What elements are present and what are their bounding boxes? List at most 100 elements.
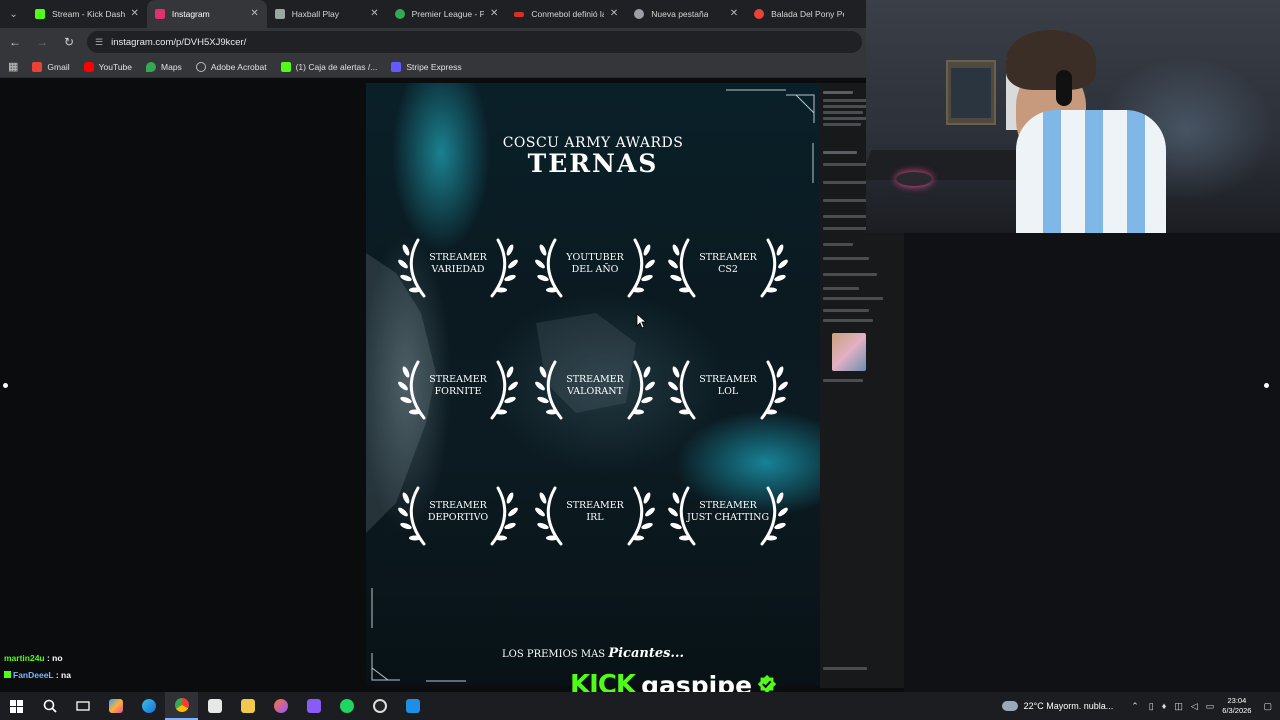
- award-laurel: STREAMER VARIEDAD: [398, 236, 518, 300]
- tab-instagram[interactable]: Instagram ✕: [146, 0, 267, 28]
- close-tab-icon[interactable]: ✕: [131, 8, 139, 20]
- comment-line: [823, 297, 883, 300]
- app-icon[interactable]: [396, 692, 429, 720]
- awards-footer: LOS PREMIOS MAS Picantes...: [501, 646, 685, 661]
- argentina-jersey: [1016, 110, 1166, 233]
- task-view-icon[interactable]: [66, 692, 99, 720]
- award-laurel: STREAMER JUST CHATTING: [668, 484, 788, 548]
- url-text[interactable]: instagram.com/p/DVH5XJ9kcer/: [111, 37, 246, 48]
- award-name: STREAMER FORNITE: [429, 374, 487, 397]
- close-tab-icon[interactable]: ✕: [610, 8, 618, 20]
- windows-taskbar: 22°C Mayorm. nubla... ⌃ ▯ ♦ ◫ ◁ ▭ 23:04 …: [0, 692, 1280, 720]
- conmebol-favicon-icon: [514, 11, 525, 17]
- comment-line: [823, 243, 853, 246]
- chrome-icon[interactable]: [165, 692, 198, 720]
- system-tray: 22°C Mayorm. nubla... ⌃ ▯ ♦ ◫ ◁ ▭ 23:04 …: [1001, 692, 1280, 720]
- page-dot-indicator: [1264, 383, 1269, 388]
- tab-strip: ⌄ Stream - Kick Dashbo✕ Instagram✕ Haxba…: [0, 0, 866, 28]
- network-icon[interactable]: ◫: [1174, 701, 1183, 712]
- award-laurel: STREAMER CS2: [668, 236, 788, 300]
- globe-favicon-icon: [634, 9, 645, 19]
- tab-search-icon[interactable]: ⌄: [0, 0, 27, 28]
- kick-icon: [280, 61, 291, 72]
- comment-line: [823, 111, 863, 114]
- close-tab-icon[interactable]: ✕: [490, 8, 498, 20]
- comment-line: [823, 199, 867, 202]
- close-tab-icon[interactable]: ✕: [250, 8, 258, 20]
- back-arrow-icon[interactable]: ←: [3, 30, 27, 54]
- chevron-up-icon[interactable]: ⌃: [1131, 701, 1139, 712]
- chat-badge-icon: [4, 671, 11, 678]
- comment-image-thumbnail[interactable]: [832, 333, 866, 371]
- tab-kick-dashboard[interactable]: Stream - Kick Dashbo✕: [27, 0, 147, 28]
- award-laurel: STREAMER VALORANT: [535, 358, 655, 422]
- search-icon[interactable]: [33, 692, 66, 720]
- haxball-favicon-icon: [274, 9, 285, 19]
- tab-haxball[interactable]: Haxball Play ✕: [267, 0, 387, 28]
- bookmark-maps[interactable]: Maps: [146, 61, 182, 72]
- youtube-icon: [83, 61, 94, 72]
- bookmark-caja-de-alertas[interactable]: (1) Caja de alertas /...: [280, 61, 377, 72]
- headphones: [1056, 70, 1072, 106]
- comment-line: [823, 379, 863, 382]
- comment-input-line[interactable]: [823, 667, 867, 670]
- store-icon[interactable]: [198, 692, 231, 720]
- tab-new-tab[interactable]: Nueva pestaña ✕: [626, 0, 746, 28]
- file-explorer-icon[interactable]: [231, 692, 264, 720]
- overlay-chat-message: martin24u : no: [4, 653, 63, 663]
- notifications-icon[interactable]: ▢: [1263, 701, 1272, 712]
- kick-favicon-icon: [35, 9, 46, 19]
- firefox-icon[interactable]: [264, 692, 297, 720]
- bookmark-youtube[interactable]: YouTube: [83, 61, 132, 72]
- reload-icon[interactable]: ↻: [57, 30, 81, 54]
- comment-line: [823, 273, 877, 276]
- streamer-webcam: [866, 0, 1280, 233]
- bookmark-gmail[interactable]: Gmail: [32, 61, 70, 72]
- address-bar[interactable]: ☰ instagram.com/p/DVH5XJ9kcer/: [87, 31, 862, 53]
- windows-start-icon[interactable]: [0, 692, 33, 720]
- comment-line: [823, 257, 869, 260]
- award-name: STREAMER VALORANT: [566, 374, 624, 397]
- comment-line: [823, 123, 861, 126]
- desktop-background: [904, 233, 1280, 692]
- weather-text[interactable]: 22°C Mayorm. nubla...: [1024, 701, 1114, 711]
- award-name: STREAMER DEPORTIVO: [427, 500, 489, 523]
- comment-line: [823, 309, 869, 312]
- comment-line: [823, 105, 871, 108]
- apps-grid-icon[interactable]: ▦: [8, 60, 18, 73]
- tab-conmebol[interactable]: Conmebol definió la ✕: [506, 0, 626, 28]
- overlay-chat-message: FanDeeeL : na: [4, 670, 71, 680]
- clock[interactable]: 23:04 6/3/2026: [1222, 696, 1251, 716]
- instagram-post-image[interactable]: COSCU ARMY AWARDS TERNAS STREAMER VARIEDA…: [366, 83, 820, 686]
- wall-frame-picture: [951, 68, 991, 118]
- stripe-icon: [391, 61, 402, 72]
- gmail-icon: [32, 61, 43, 72]
- balada-favicon-icon: [754, 9, 765, 19]
- bookmarks-bar: ▦ Gmail YouTube Maps Adobe Acrobat (1) C…: [0, 56, 866, 78]
- forward-arrow-icon[interactable]: →: [30, 30, 54, 54]
- close-tab-icon[interactable]: ✕: [730, 8, 738, 20]
- bookmark-stripe-express[interactable]: Stripe Express: [391, 61, 462, 72]
- spotify-icon[interactable]: [330, 692, 363, 720]
- mouse-cursor-icon: [636, 313, 648, 329]
- edge-icon[interactable]: [132, 692, 165, 720]
- streamer-hair: [1006, 30, 1096, 90]
- usb-icon[interactable]: ▯: [1149, 701, 1154, 712]
- comment-line: [823, 151, 857, 154]
- bookmark-adobe-acrobat[interactable]: Adobe Acrobat: [195, 61, 267, 72]
- close-tab-icon[interactable]: ✕: [370, 8, 378, 20]
- discord-icon[interactable]: [297, 692, 330, 720]
- award-laurel: STREAMER DEPORTIVO: [398, 484, 518, 548]
- microphone-icon[interactable]: ♦: [1162, 701, 1167, 711]
- obs-icon[interactable]: [363, 692, 396, 720]
- tab-premier-league[interactable]: Premier League - PO ✕: [387, 0, 507, 28]
- award-laurel: STREAMER LOL: [668, 358, 788, 422]
- site-info-icon[interactable]: ☰: [95, 37, 103, 48]
- comment-line: [823, 287, 859, 290]
- display-icon[interactable]: ▭: [1206, 701, 1215, 712]
- award-laurel: YOUTUBER DEL AÑO: [535, 236, 655, 300]
- volume-icon[interactable]: ◁: [1191, 701, 1198, 712]
- tab-balada[interactable]: Balada Del Pony Pela: [746, 0, 866, 28]
- award-laurel: STREAMER IRL: [535, 484, 655, 548]
- copilot-icon[interactable]: [99, 692, 132, 720]
